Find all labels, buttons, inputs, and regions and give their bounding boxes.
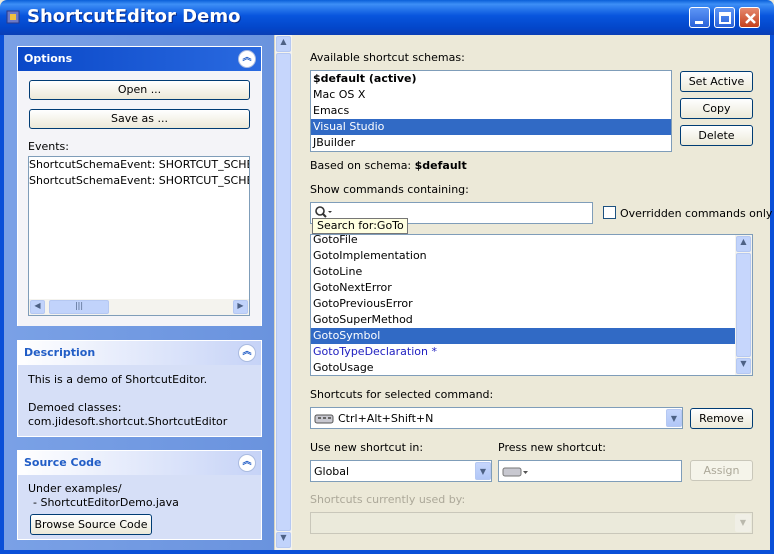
description-pane: Description ︽ This is a demo of Shortcut…	[17, 340, 262, 437]
save-as-button[interactable]: Save as ...	[29, 109, 250, 129]
command-row-selected[interactable]: GotoSymbol	[311, 328, 735, 344]
description-title: Description	[24, 346, 96, 359]
new-shortcut-input[interactable]	[498, 460, 682, 482]
command-row[interactable]: GotoSuperMethod	[311, 312, 735, 328]
scroll-right-icon[interactable]: ▶	[233, 300, 248, 314]
options-pane: Options ︽ Open ... Save as ... Events: S…	[17, 46, 262, 326]
scroll-up-icon[interactable]: ▲	[736, 236, 751, 252]
used-by-combo[interactable]: ▼	[310, 512, 753, 534]
browse-source-button[interactable]: Browse Source Code	[30, 514, 152, 535]
used-by-label: Shortcuts currently used by:	[310, 493, 466, 506]
scroll-down-icon[interactable]: ▼	[736, 358, 751, 374]
collapse-icon[interactable]: ︽	[238, 344, 256, 362]
based-on-caption: Based on schema:	[310, 159, 412, 172]
shortcut-value: Ctrl+Alt+Shift+N	[338, 412, 434, 425]
search-tooltip: Search for:GoTo	[312, 218, 408, 234]
source-pane: Source Code ︽ Under examples/ - Shortcut…	[17, 450, 262, 540]
remove-button[interactable]: Remove	[690, 408, 753, 429]
open-button[interactable]: Open ...	[29, 80, 250, 100]
minimize-button[interactable]	[689, 7, 710, 28]
commands-vscrollbar[interactable]: ▲ ▼	[735, 235, 752, 375]
source-line-1: Under examples/	[28, 482, 122, 495]
scroll-up-icon[interactable]: ▲	[276, 36, 291, 52]
keyboard-icon	[314, 410, 334, 429]
events-list[interactable]: ShortcutSchemaEvent: SHORTCUT_SCHEMA_I S…	[28, 156, 250, 316]
copy-button[interactable]: Copy	[680, 98, 753, 119]
options-header[interactable]: Options ︽	[18, 47, 261, 71]
schemas-label: Available shortcut schemas:	[310, 51, 465, 64]
schema-row[interactable]: Emacs	[311, 103, 671, 119]
scroll-thumb[interactable]	[276, 53, 291, 531]
shortcuts-label: Shortcuts for selected command:	[310, 388, 494, 401]
scroll-down-icon[interactable]: ▼	[276, 532, 291, 548]
use-in-combo[interactable]: Global ▼	[310, 460, 492, 482]
collapse-icon[interactable]: ︽	[238, 454, 256, 472]
schema-row-selected[interactable]: Visual Studio	[311, 119, 671, 135]
press-label: Press new shortcut:	[498, 441, 606, 454]
scroll-left-icon[interactable]: ◀	[30, 300, 45, 314]
scroll-thumb[interactable]	[736, 253, 751, 357]
commands-list[interactable]: GotoFile GotoImplementation GotoLine Got…	[310, 234, 753, 376]
close-button[interactable]	[739, 7, 760, 28]
use-in-value: Global	[314, 465, 350, 478]
chevron-down-icon[interactable]: ▼	[666, 409, 682, 427]
events-hscrollbar[interactable]: ◀ ||| ▶	[29, 299, 249, 315]
keyboard-icon[interactable]	[502, 463, 530, 482]
command-row-modified[interactable]: GotoTypeDeclaration *	[311, 344, 735, 360]
command-row[interactable]: GotoPreviousError	[311, 296, 735, 312]
command-row[interactable]: GotoImplementation	[311, 248, 735, 264]
overridden-checkbox[interactable]	[603, 206, 616, 219]
shortcuts-combo[interactable]: Ctrl+Alt+Shift+N ▼	[310, 407, 683, 429]
main-vscrollbar[interactable]: ▲ ▼	[274, 35, 292, 550]
based-on-label: Based on schema: $default	[310, 159, 467, 172]
app-icon	[5, 8, 22, 26]
based-on-value: $default	[414, 159, 467, 172]
command-row[interactable]: GotoNextError	[311, 280, 735, 296]
demoed-label: Demoed classes:	[28, 401, 122, 414]
window-title: ShortcutEditor Demo	[27, 6, 241, 27]
command-row[interactable]: GotoLine	[311, 264, 735, 280]
command-row[interactable]: GotoFile	[311, 235, 735, 248]
show-commands-label: Show commands containing:	[310, 183, 469, 196]
schema-row[interactable]: JBuilder	[311, 135, 671, 151]
schemas-list[interactable]: $default (active) Mac OS X Emacs Visual …	[310, 70, 672, 152]
assign-button[interactable]: Assign	[690, 460, 753, 481]
source-title: Source Code	[24, 456, 102, 469]
options-title: Options	[24, 52, 73, 65]
event-row: ShortcutSchemaEvent: SHORTCUT_SCHEMA_I	[29, 158, 249, 171]
schema-row[interactable]: $default (active)	[311, 71, 671, 87]
window-frame-bottom	[0, 550, 774, 554]
description-header[interactable]: Description ︽	[18, 341, 261, 365]
source-line-2: - ShortcutEditorDemo.java	[33, 496, 179, 509]
window-frame-right	[770, 35, 774, 554]
chevron-down-icon[interactable]: ▼	[475, 462, 491, 480]
source-header[interactable]: Source Code ︽	[18, 451, 261, 475]
scroll-thumb[interactable]: |||	[49, 300, 109, 314]
schema-row[interactable]: Mac OS X	[311, 87, 671, 103]
command-row[interactable]: GotoUsage	[311, 360, 735, 375]
overridden-label: Overridden commands only	[620, 207, 773, 220]
delete-button[interactable]: Delete	[680, 125, 753, 146]
description-text: This is a demo of ShortcutEditor.	[28, 373, 208, 386]
chevron-down-icon[interactable]: ▼	[735, 514, 751, 532]
event-row: ShortcutSchemaEvent: SHORTCUT_SCHEMA_I	[29, 174, 249, 187]
collapse-icon[interactable]: ︽	[238, 50, 256, 68]
set-active-button[interactable]: Set Active	[680, 71, 753, 92]
events-label: Events:	[28, 140, 69, 153]
use-in-label: Use new shortcut in:	[310, 441, 424, 454]
demoed-class: com.jidesoft.shortcut.ShortcutEditor	[28, 415, 228, 428]
maximize-button[interactable]	[714, 7, 735, 28]
